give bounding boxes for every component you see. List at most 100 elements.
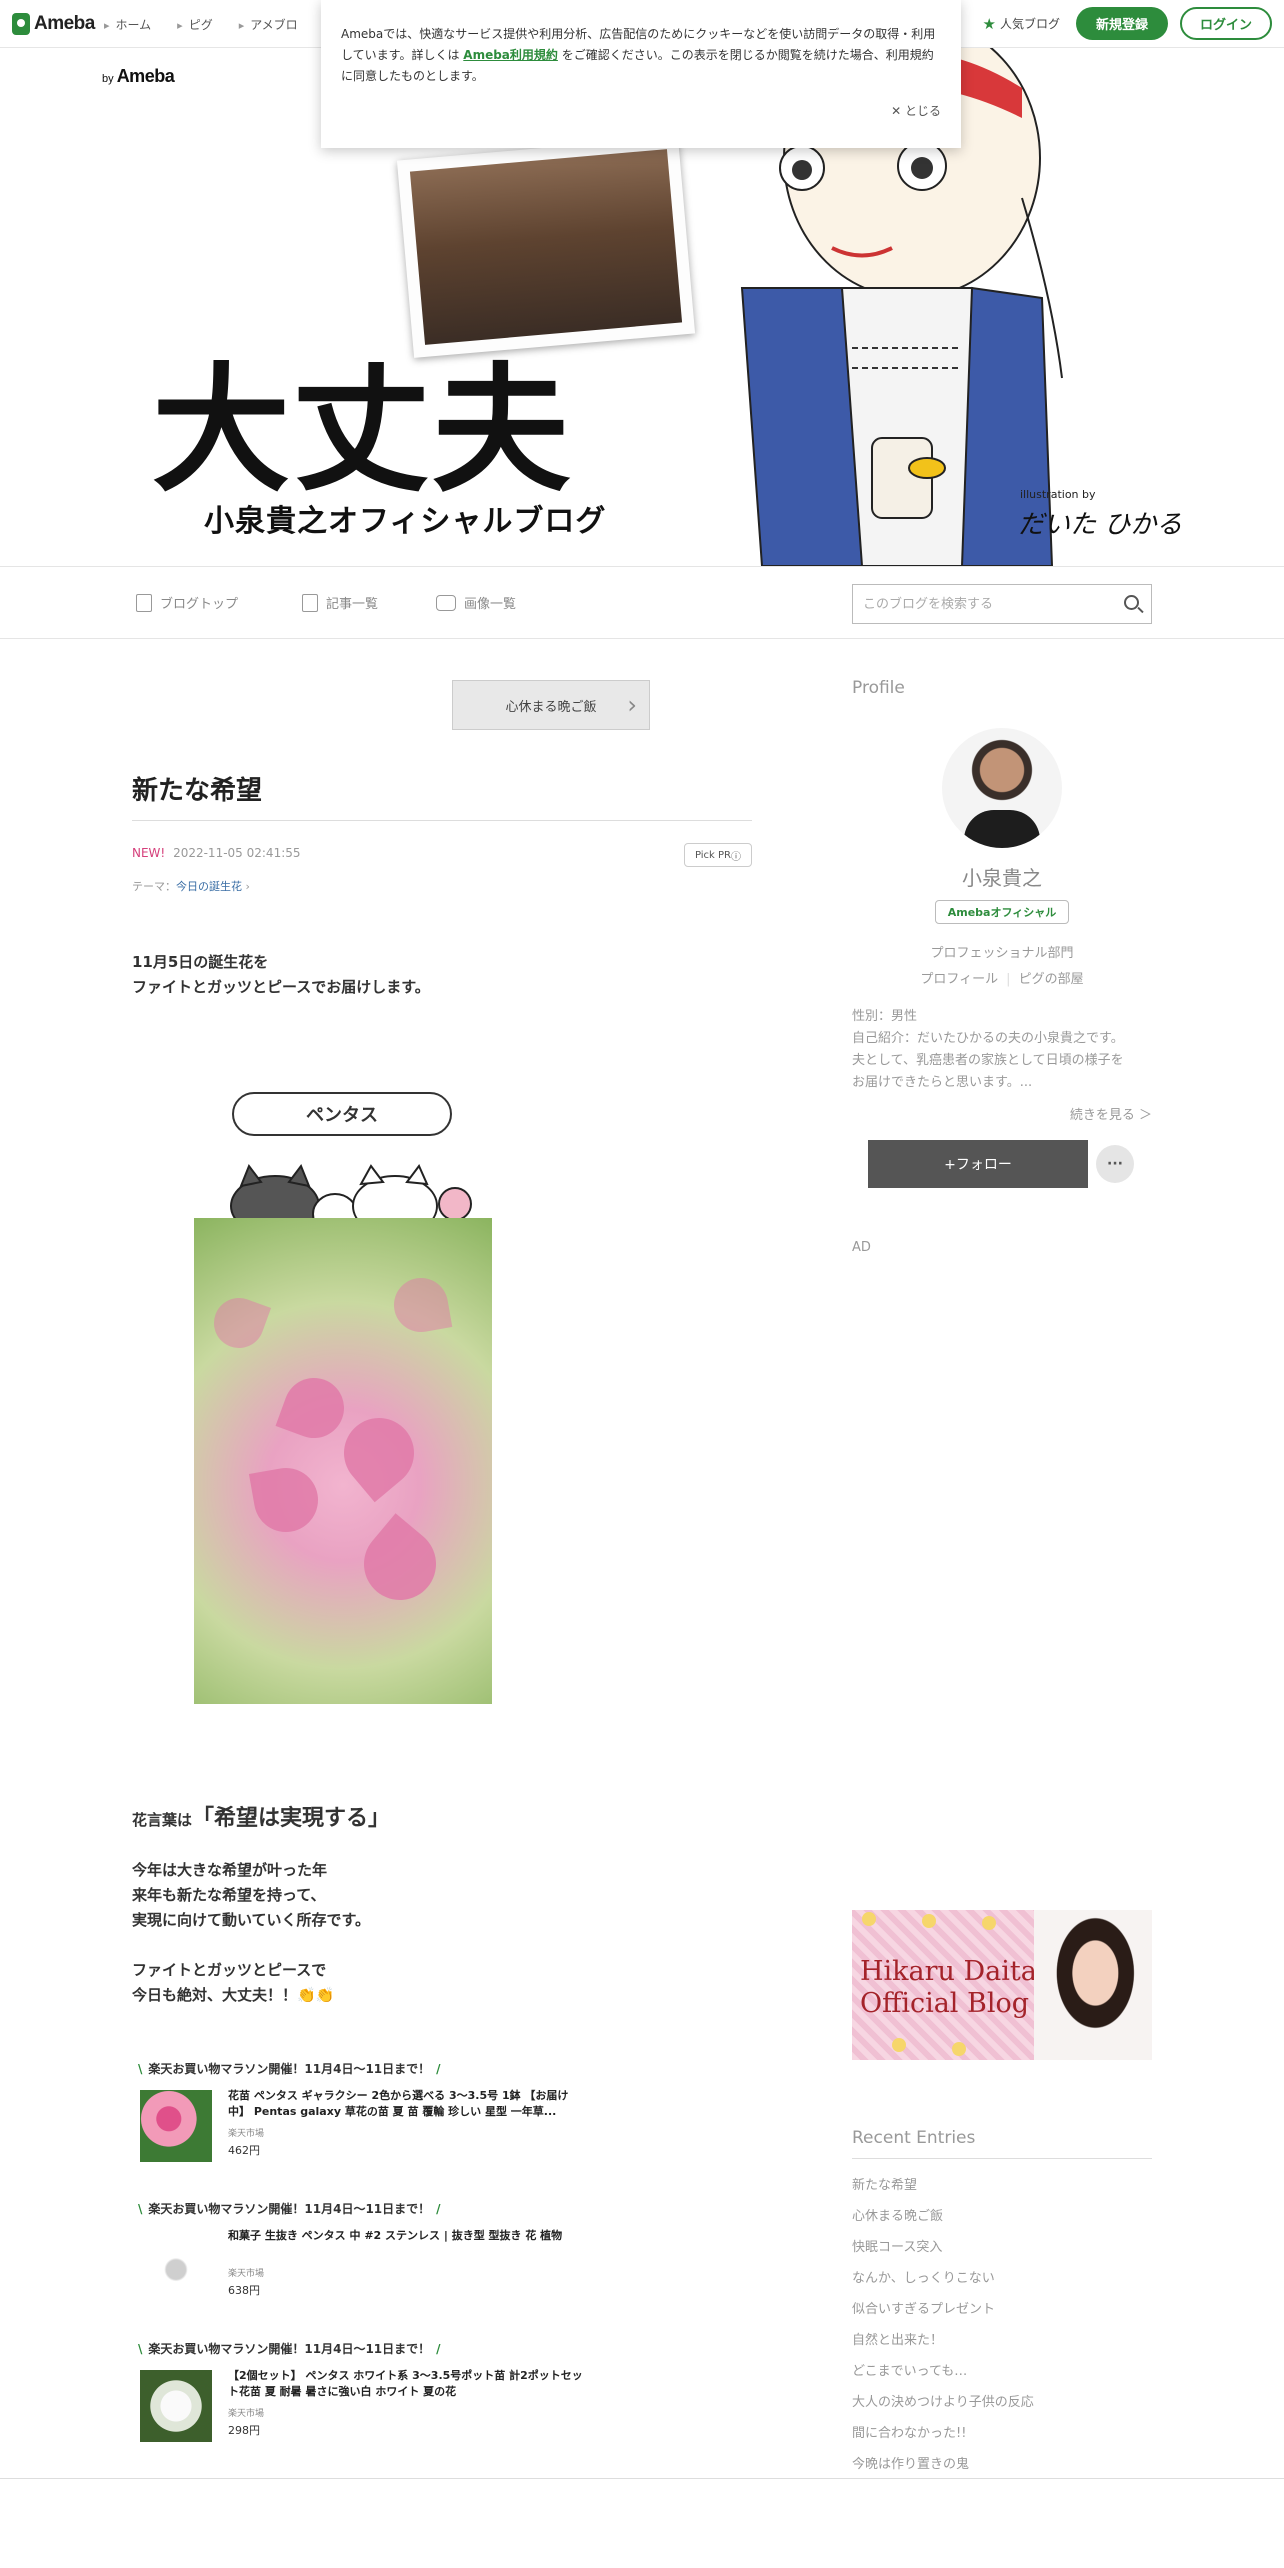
recent-entry[interactable]: 心休まる晩ご飯 <box>852 2201 1034 2232</box>
read-more-link[interactable]: 続きを見る ＞ <box>852 1104 1152 1123</box>
previous-entry-button[interactable]: 心休まる晩ご飯 › <box>452 680 650 730</box>
flower-petal <box>349 1513 451 1615</box>
flower-petal <box>329 1403 429 1503</box>
by-label: by <box>102 73 114 85</box>
follow-button[interactable]: +フォロー <box>868 1140 1088 1188</box>
flower-petal <box>275 1369 353 1447</box>
shop-item-name[interactable]: 花苗 ペンタス ギャラクシー 2色から選べる 3～3.5号 1鉢 【お届け中】 … <box>228 2088 583 2120</box>
recent-entry[interactable]: 似合いすぎるプレゼント <box>852 2294 1034 2325</box>
popular-blog-link[interactable]: ★ 人気ブログ <box>983 15 1060 33</box>
profile-gender: 性別：男性 <box>852 1009 918 1024</box>
recent-entry[interactable]: 自然と出来た！ <box>852 2325 1034 2356</box>
slash-icon: / <box>436 2062 441 2076</box>
blog-top-link[interactable]: ブログトップ <box>136 593 238 612</box>
flower-petal <box>248 1462 324 1538</box>
slash-icon: \ <box>138 2342 143 2356</box>
login-button[interactable]: ログイン <box>1180 7 1272 40</box>
recent-entries-heading: Recent Entries <box>852 2128 976 2148</box>
illustration-credit-label: illustration by <box>1020 488 1096 501</box>
old-photo-image <box>409 149 683 345</box>
profile-intro-line: お届けできたらと思います。... <box>852 1075 1033 1090</box>
post-intro: 11月5日の誕生花を ファイトとガッツとピースでお届けします。 <box>132 950 430 1000</box>
recent-entry[interactable]: なんか、しっくりこない <box>852 2263 1034 2294</box>
shop-item-head: 楽天お買い物マラソン開催！11月4日～11日まで！ <box>148 2202 431 2216</box>
decoration-dot <box>952 2042 966 2056</box>
bottom-divider <box>0 2478 1284 2479</box>
shop-item-image[interactable] <box>140 2370 212 2442</box>
post-title: 新たな希望 <box>132 776 263 806</box>
nav-links: ホーム ピグ アメブロ <box>104 16 298 33</box>
title-divider <box>132 820 752 821</box>
flower-petal <box>206 1290 272 1356</box>
shop-item-header: \ 楽天お買い物マラソン開催！11月4日～11日まで！ / <box>132 2200 592 2217</box>
body-line: 実現に向けて動いていく所存です。 <box>132 1911 371 1929</box>
hikaru-banner-line: Hikaru Daita <box>860 1956 1037 1987</box>
pick-pr-button[interactable]: Pick PR ⓘ <box>684 843 752 867</box>
nav-link-pig[interactable]: ピグ <box>177 16 213 33</box>
cookie-close-button[interactable]: ✕ とじる <box>891 102 941 119</box>
ameba-logo-icon <box>12 13 30 35</box>
post-closing: ファイトとガッツとピースで 今日も絶対、大丈夫！！👏👏 <box>132 1958 334 2008</box>
decoration-dot <box>922 1914 936 1928</box>
profile-category[interactable]: プロフェッショナル部門 <box>852 942 1152 961</box>
image-list-link[interactable]: 画像一覧 <box>436 593 516 612</box>
recent-divider <box>852 2158 1152 2159</box>
recent-entry[interactable]: 快眠コース突入 <box>852 2232 1034 2263</box>
shop-item-image[interactable] <box>140 2230 212 2302</box>
crown-icon: ★ <box>982 14 996 33</box>
recent-entry[interactable]: どこまでいっても… <box>852 2356 1034 2387</box>
cookie-notice: Amebaでは、快適なサービス提供や利用分析、広告配信のためにクッキーなどを使い… <box>321 0 961 148</box>
body-line: 今年は大きな希望が叶った年 <box>132 1861 328 1879</box>
profile-link[interactable]: プロフィール <box>920 972 998 987</box>
blog-search <box>852 584 1152 624</box>
recent-entry[interactable]: 間に合わなかった!! <box>852 2418 1034 2449</box>
shop-item-price: 298円 <box>228 2424 260 2437</box>
by-ameba-logo: by Ameba <box>102 66 175 87</box>
shop-item[interactable]: \ 楽天お買い物マラソン開催！11月4日～11日まで！ / 花苗 ペンタス ギャラク… <box>132 2060 592 2180</box>
slash-icon: / <box>436 2202 441 2216</box>
theme-label: テーマ： <box>132 880 176 893</box>
avatar[interactable] <box>942 728 1062 848</box>
search-icon[interactable] <box>1124 595 1139 610</box>
pentas-flower-photo[interactable] <box>194 1218 492 1704</box>
terms-link[interactable]: Ameba利用規約 <box>463 48 558 62</box>
shop-item-source: 楽天市場 <box>228 2409 265 2419</box>
flower-petal <box>389 1273 453 1337</box>
shop-item-name[interactable]: 【2個セット】 ペンタス ホワイト系 3～3.5号ポット苗 計2ポットセット花苗… <box>228 2368 583 2400</box>
recent-entry[interactable]: 新たな希望 <box>852 2170 1034 2201</box>
recent-entry[interactable]: 大人の決めつけより子供の反応 <box>852 2387 1034 2418</box>
body-line: 来年も新たな希望を持って、 <box>132 1886 326 1904</box>
profile-name[interactable]: 小泉貴之 <box>852 862 1152 891</box>
image-list-label: 画像一覧 <box>464 597 517 612</box>
post-body: 今年は大きな希望が叶った年 来年も新たな希望を持って、 実現に向けて動いていく所… <box>132 1858 370 1933</box>
shop-item-image[interactable] <box>140 2090 212 2162</box>
more-options-button[interactable]: ··· <box>1096 1145 1134 1183</box>
by-brand: Ameba <box>116 66 175 86</box>
hikaru-daita-banner[interactable]: Hikaru Daita Official Blog <box>852 1910 1152 2060</box>
shop-item-name[interactable]: 和菓子 生抜き ペンタス 中 #2 ステンレス | 抜き型 型抜き 花 植物 <box>228 2228 583 2244</box>
recent-entry[interactable]: 今晩は作り置きの鬼 <box>852 2449 1034 2480</box>
shop-item[interactable]: \ 楽天お買い物マラソン開催！11月4日～11日まで！ / 【2個セット】 ペンタス… <box>132 2340 592 2460</box>
profile-info: 性別：男性 自己紹介：だいたひかるの夫の小泉貴之です。 夫として、乳癌患者の家族… <box>852 1006 1152 1094</box>
hanakotoba-value: 「希望は実現する」 <box>192 1806 391 1831</box>
post-date: 2022-11-05 02:41:55 <box>173 846 301 860</box>
pick-pr-label: Pick PR <box>694 849 732 861</box>
intro-line: ファイトとガッツとピースでお届けします。 <box>132 978 430 996</box>
theme-link[interactable]: 今日の誕生花 <box>176 880 242 893</box>
shop-item[interactable]: \ 楽天お買い物マラソン開催！11月4日～11日まで！ / 和菓子 生抜き ペンタス… <box>132 2200 592 2320</box>
copy-icon <box>302 593 318 612</box>
blog-subtitle: 小泉貴之オフィシャルブログ <box>204 504 607 539</box>
register-button[interactable]: 新規登録 <box>1076 7 1168 40</box>
article-list-link[interactable]: 記事一覧 <box>302 593 378 612</box>
ameba-logo[interactable]: Ameba <box>12 12 95 36</box>
popular-blog-label: 人気ブログ <box>999 17 1060 31</box>
shop-item-price: 638円 <box>228 2284 260 2297</box>
blog-search-input[interactable] <box>853 585 1103 623</box>
nav-link-ameblo[interactable]: アメブロ <box>239 16 297 33</box>
pig-room-link[interactable]: ピグの部屋 <box>1019 972 1084 987</box>
chevron-right-icon: › <box>242 880 250 893</box>
nav-link-home[interactable]: ホーム <box>104 16 152 33</box>
intro-line: 11月5日の誕生花を <box>132 953 269 971</box>
post-theme: テーマ：今日の誕生花 › <box>132 878 250 894</box>
profile-links: プロフィール | ピグの部屋 <box>852 968 1152 987</box>
